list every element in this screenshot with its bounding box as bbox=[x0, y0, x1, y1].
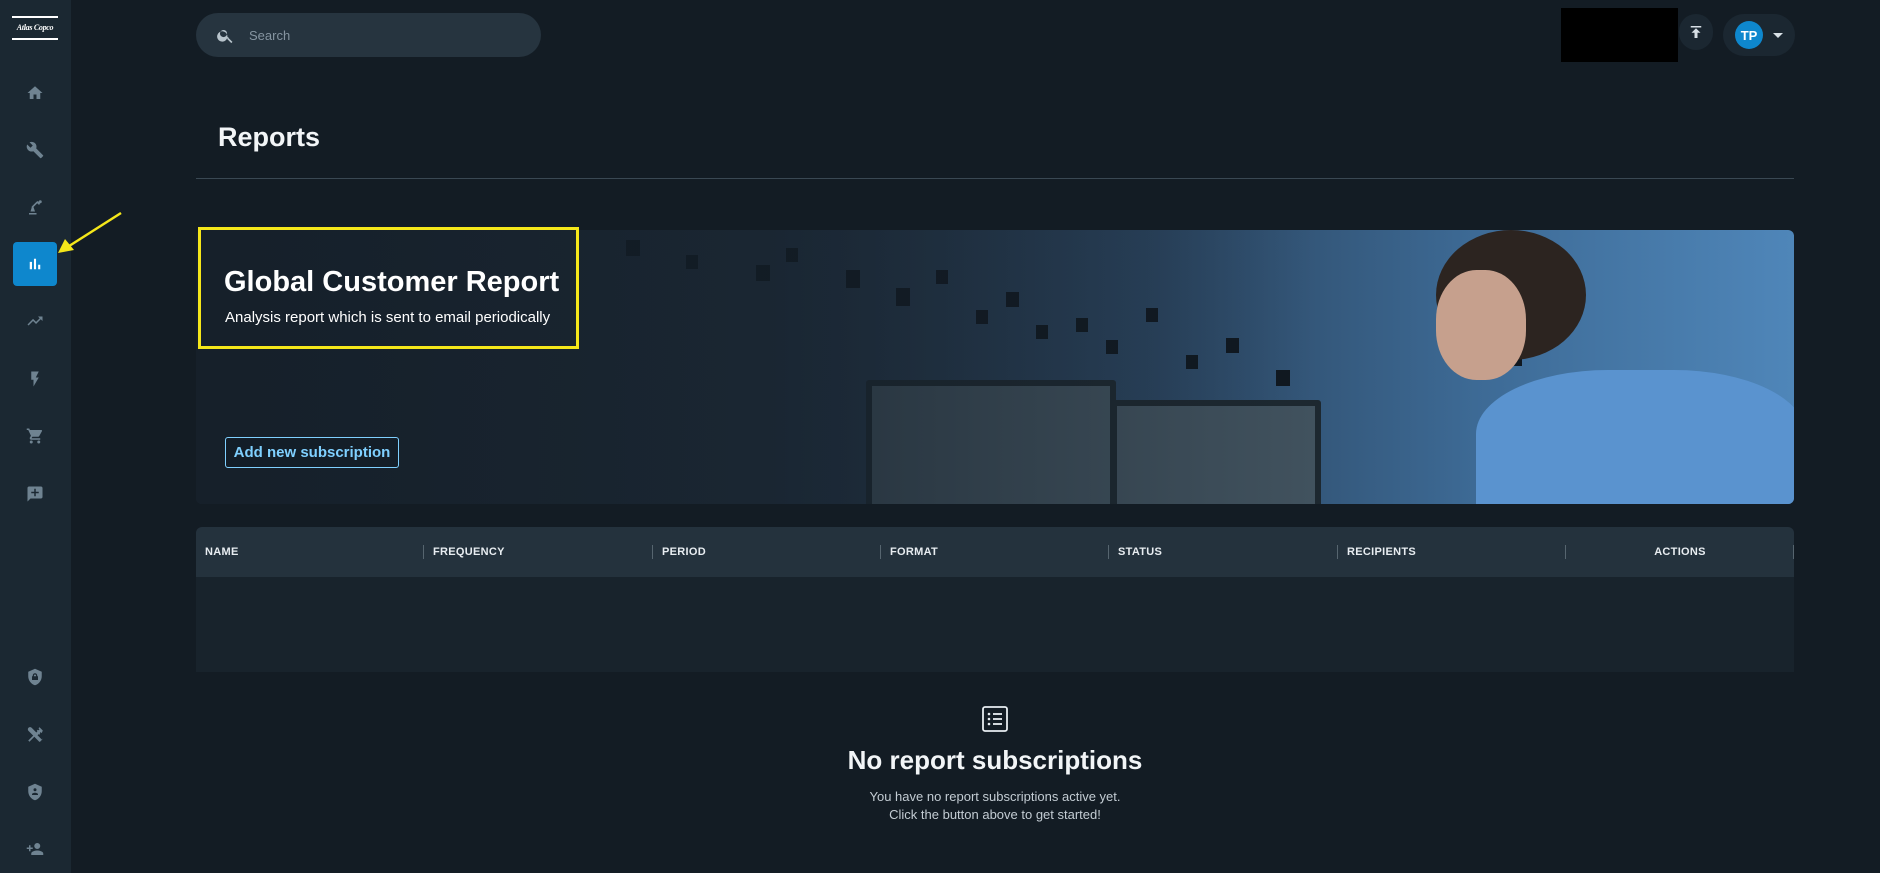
tools-icon bbox=[27, 727, 43, 742]
subscriptions-table-body bbox=[196, 577, 1794, 672]
upload-button[interactable] bbox=[1679, 14, 1713, 50]
divider bbox=[196, 178, 1794, 179]
add-comment-icon bbox=[27, 486, 43, 502]
column-header-actions: ACTIONS bbox=[1566, 527, 1794, 577]
redacted-area bbox=[1561, 8, 1678, 62]
empty-state-line-1: You have no report subscriptions active … bbox=[869, 789, 1121, 804]
home-icon bbox=[27, 86, 43, 99]
empty-state-message: You have no report subscriptions active … bbox=[0, 788, 1880, 824]
search-icon bbox=[217, 29, 233, 43]
sidebar-item-shop[interactable] bbox=[13, 414, 57, 458]
column-label: NAME bbox=[205, 546, 239, 558]
bolt-icon bbox=[31, 371, 39, 387]
empty-state-line-2: Click the button above to get started! bbox=[889, 807, 1101, 822]
chevron-down-icon bbox=[1773, 32, 1783, 38]
sidebar-item-reports[interactable] bbox=[13, 242, 57, 286]
person-add-icon bbox=[26, 843, 44, 855]
arrow-annotation-icon bbox=[58, 211, 122, 253]
column-label: PERIOD bbox=[662, 546, 706, 558]
logo-text: Atlas Copco bbox=[16, 23, 54, 32]
sidebar-item-feedback[interactable] bbox=[13, 472, 57, 516]
shield-lock-icon bbox=[28, 668, 42, 686]
sidebar-item-add-user[interactable] bbox=[13, 827, 57, 871]
column-header-frequency[interactable]: FREQUENCY bbox=[424, 527, 653, 577]
column-label: STATUS bbox=[1118, 546, 1163, 558]
user-menu[interactable]: TP bbox=[1723, 14, 1795, 56]
column-header-period[interactable]: PERIOD bbox=[653, 527, 881, 577]
column-header-recipients[interactable]: RECIPIENTS bbox=[1338, 527, 1566, 577]
logo-bar bbox=[12, 38, 58, 40]
column-header-format[interactable]: FORMAT bbox=[881, 527, 1109, 577]
sidebar-item-service[interactable] bbox=[13, 128, 57, 172]
sidebar: Atlas Copco bbox=[0, 0, 71, 873]
column-header-status[interactable]: STATUS bbox=[1109, 527, 1338, 577]
trending-up-icon bbox=[27, 316, 43, 326]
bar-chart-icon bbox=[29, 258, 41, 270]
column-label: ACTIONS bbox=[1654, 546, 1706, 558]
wrench-icon bbox=[26, 141, 44, 159]
page-title: Reports bbox=[218, 122, 321, 152]
robot-arm-icon bbox=[29, 200, 42, 215]
report-title: Global Customer Report bbox=[224, 266, 560, 298]
atlas-copco-logo[interactable]: Atlas Copco bbox=[12, 16, 58, 40]
list-icon bbox=[982, 706, 1008, 732]
upload-icon bbox=[1690, 26, 1702, 38]
logo-bar bbox=[12, 16, 58, 18]
report-description: Analysis report which is sent to email p… bbox=[225, 309, 551, 326]
sidebar-item-machines[interactable] bbox=[13, 185, 57, 229]
column-label: RECIPIENTS bbox=[1347, 546, 1417, 558]
column-label: FORMAT bbox=[890, 546, 939, 558]
column-header-name[interactable]: NAME bbox=[196, 527, 424, 577]
sidebar-item-security-settings[interactable] bbox=[13, 655, 57, 699]
add-subscription-button[interactable]: Add new subscription bbox=[225, 437, 399, 468]
avatar: TP bbox=[1735, 21, 1763, 49]
empty-state-title: No report subscriptions bbox=[847, 745, 1143, 775]
subscriptions-table-header: NAME FREQUENCY PERIOD FORMAT STATUS RECI… bbox=[196, 527, 1794, 577]
sidebar-item-energy[interactable] bbox=[13, 357, 57, 401]
sidebar-item-trends[interactable] bbox=[13, 299, 57, 343]
sidebar-item-home[interactable] bbox=[13, 71, 57, 115]
cart-icon bbox=[26, 428, 43, 444]
column-label: FREQUENCY bbox=[433, 546, 505, 558]
search-input[interactable] bbox=[249, 27, 509, 43]
search-bar[interactable] bbox=[196, 13, 541, 57]
